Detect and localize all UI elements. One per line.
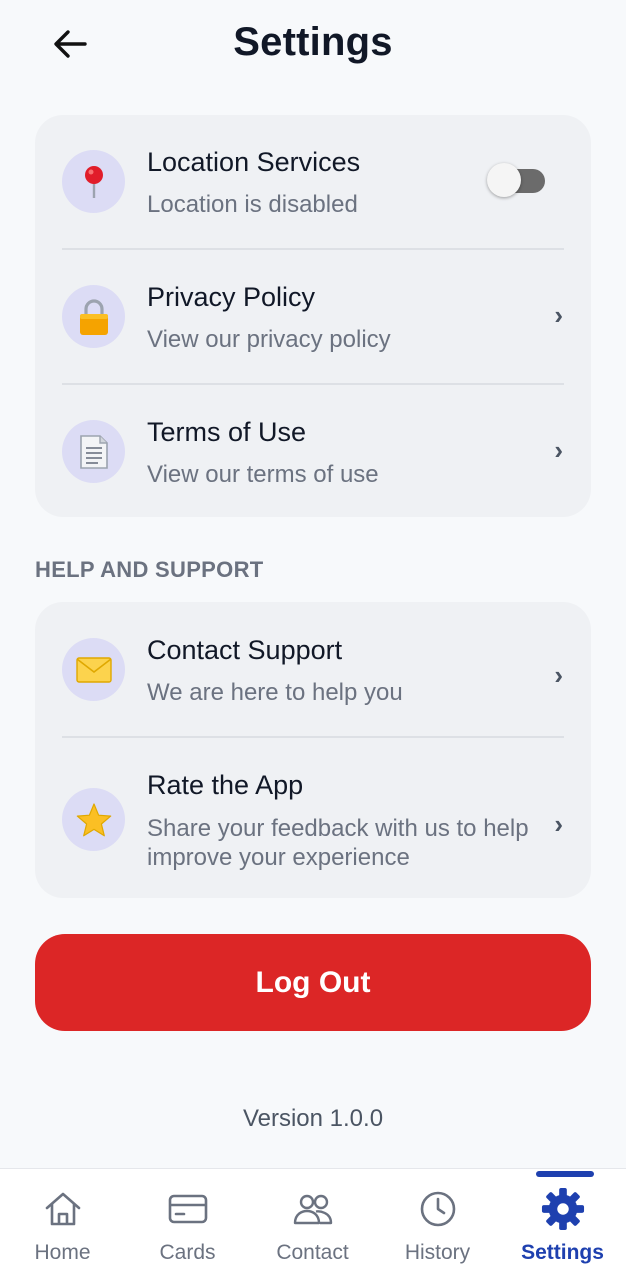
lock-icon — [62, 285, 125, 348]
star-icon — [62, 788, 125, 851]
help-support-card: Contact Support We are here to help you … — [35, 602, 591, 898]
users-icon — [291, 1187, 335, 1231]
bottom-navigation: Home Cards Contact History Settings — [0, 1168, 626, 1280]
help-section-label: HELP AND SUPPORT — [35, 557, 264, 582]
rate-app-row[interactable]: Rate the App Share your feedback with us… — [35, 738, 591, 898]
terms-of-use-row[interactable]: Terms of Use View our terms of use › — [35, 385, 591, 517]
gear-icon — [541, 1187, 585, 1231]
location-services-subtitle: Location is disabled — [147, 191, 358, 218]
nav-home[interactable]: Home — [0, 1169, 125, 1280]
page-title: Settings — [233, 20, 393, 64]
envelope-icon — [62, 638, 125, 701]
general-settings-card: Location Services Location is disabled P… — [35, 115, 591, 517]
location-services-title: Location Services — [147, 147, 361, 177]
nav-history[interactable]: History — [375, 1169, 500, 1280]
header: Settings — [0, 0, 626, 90]
app-version: Version 1.0.0 — [242, 1105, 384, 1132]
rate-app-title: Rate the App — [147, 770, 304, 800]
toggle-thumb — [487, 163, 521, 197]
nav-label: Cards — [159, 1241, 216, 1264]
nav-label: Settings — [521, 1241, 604, 1264]
settings-screen: Settings Location Services Location is d… — [0, 0, 626, 1280]
nav-label: Home — [34, 1241, 91, 1264]
nav-cards[interactable]: Cards — [125, 1169, 250, 1280]
contact-support-subtitle: We are here to help you — [147, 679, 403, 706]
map-pin-icon — [62, 150, 125, 213]
privacy-policy-title: Privacy Policy — [147, 282, 316, 312]
clock-icon — [416, 1187, 460, 1231]
logout-button[interactable]: Log Out — [35, 934, 591, 1031]
chevron-right-icon: › — [554, 300, 563, 330]
terms-of-use-title: Terms of Use — [147, 417, 307, 447]
location-services-row[interactable]: Location Services Location is disabled — [35, 115, 591, 248]
home-icon — [41, 1187, 85, 1231]
contact-support-row[interactable]: Contact Support We are here to help you … — [35, 602, 591, 736]
nav-label: History — [404, 1241, 471, 1264]
document-icon — [62, 420, 125, 483]
nav-label: Contact — [276, 1241, 349, 1264]
chevron-right-icon: › — [554, 660, 563, 690]
privacy-policy-row[interactable]: Privacy Policy View our privacy policy › — [35, 250, 591, 383]
card-icon — [166, 1187, 210, 1231]
chevron-right-icon: › — [554, 435, 563, 465]
chevron-right-icon: › — [554, 809, 563, 839]
nav-contact[interactable]: Contact — [250, 1169, 375, 1280]
terms-of-use-subtitle: View our terms of use — [147, 461, 379, 488]
location-toggle[interactable] — [487, 163, 545, 197]
rate-app-subtitle: Share your feedback with us to help impr… — [147, 815, 529, 871]
contact-support-title: Contact Support — [147, 635, 343, 665]
privacy-policy-subtitle: View our privacy policy — [147, 326, 391, 353]
nav-settings[interactable]: Settings — [500, 1169, 625, 1280]
